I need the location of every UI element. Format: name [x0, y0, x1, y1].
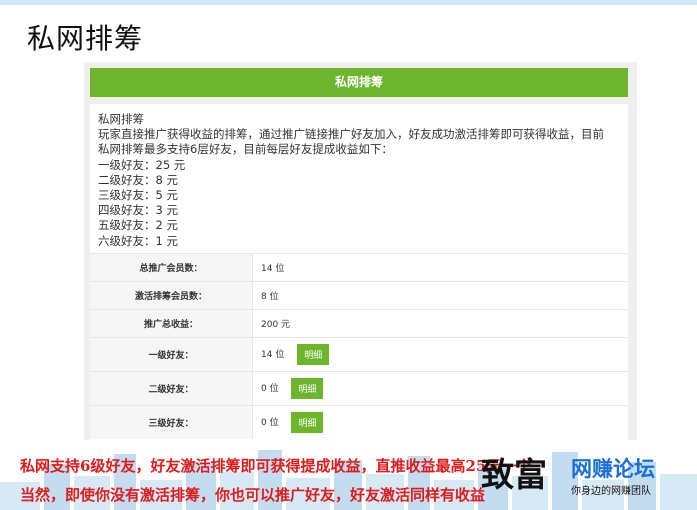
table-row: 二级好友： 0 位 明细	[90, 370, 628, 406]
watermark-slogan: 你身边的网赚团队	[571, 486, 651, 497]
tier-level-1: 一级好友：25 元	[98, 157, 186, 172]
row-label: 一级好友：	[90, 336, 253, 372]
panel-header: 私网排筹	[90, 68, 628, 97]
tier-level-6: 六级好友：1 元	[98, 233, 178, 248]
row-value: 0 位	[261, 418, 279, 429]
screenshot-frame: 私网排筹 私网排筹 玩家直接推广获得收益的排筹，通过推广链接推广好友加入，好友成…	[84, 62, 637, 502]
row-value: 14 位	[261, 349, 285, 360]
watermark-forum: 网赚论坛	[571, 457, 655, 481]
watermark-brand: 致富	[481, 455, 547, 494]
table-row: 推广总收益： 200 元	[90, 308, 628, 338]
table-row: 一级好友： 14 位 明细	[90, 336, 628, 372]
table-row: 三级好友： 0 位 明细	[90, 404, 628, 440]
row-label: 三级好友：	[90, 404, 253, 440]
intro-title: 私网排筹	[98, 112, 144, 126]
caption-line-1: 私网支持6级好友，好友激活排筹即可获得提成收益，直推收益最高25元一个	[20, 457, 532, 475]
tier-level-5: 五级好友：2 元	[98, 218, 178, 233]
tier-level-3: 三级好友：5 元	[98, 188, 178, 203]
row-value: 14 位	[252, 252, 628, 282]
details-button[interactable]: 明细	[291, 412, 324, 434]
top-accent-bar	[0, 0, 697, 5]
row-value: 0 位	[261, 383, 279, 394]
watermark-logo: 致富 网赚论坛 你身边的网赚团队	[481, 448, 697, 510]
row-label: 推广总收益：	[90, 308, 253, 338]
intro-description-1: 玩家直接推广获得收益的排筹，通过推广链接推广好友加入，好友成功激活排筹即可获得收…	[98, 127, 604, 142]
row-label: 激活排筹会员数：	[90, 280, 253, 310]
tier-level-2: 二级好友：8 元	[98, 172, 178, 187]
details-button[interactable]: 明细	[291, 377, 324, 399]
intro-description-2: 私网排筹最多支持6层好友，目前每层好友提成收益如下：	[98, 142, 393, 157]
page-title: 私网排筹	[27, 22, 144, 55]
stats-table: 总推广会员数： 14 位 激活排筹会员数： 8 位 推广总收益： 200 元 一…	[90, 252, 628, 440]
row-value: 8 位	[252, 280, 628, 310]
row-label: 总推广会员数：	[90, 252, 253, 282]
table-row: 激活排筹会员数： 8 位	[90, 280, 628, 310]
row-label: 二级好友：	[90, 370, 253, 406]
row-value: 200 元	[252, 308, 628, 338]
tier-level-4: 四级好友：3 元	[98, 203, 178, 218]
intro-section: 私网排筹 玩家直接推广获得收益的排筹，通过推广链接推广好友加入，好友成功激活排筹…	[90, 104, 628, 253]
caption-line-2: 当然，即使你没有激活排筹，你也可以推广好友，好友激活同样有收益	[20, 486, 486, 504]
table-row: 总推广会员数： 14 位	[90, 252, 628, 282]
details-button[interactable]: 明细	[297, 343, 330, 365]
